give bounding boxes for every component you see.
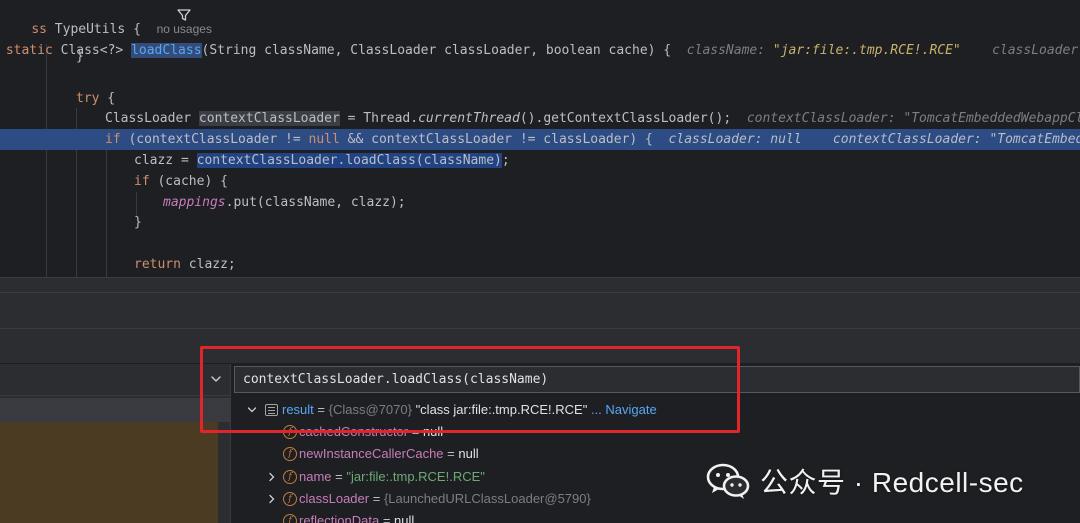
field-name: mappings — [163, 195, 226, 210]
code-text: = Thread. — [339, 111, 419, 126]
code-line-method-signature[interactable]: static Class<?> loadClass(String classNa… — [0, 19, 1080, 58]
code-line-if-cache[interactable]: if (cache) { — [0, 171, 1080, 192]
chevron-right-icon[interactable] — [266, 493, 278, 505]
watermark: 公众号 · Redcell-sec — [706, 459, 1024, 503]
keyword-null: null — [308, 132, 340, 147]
code-line-try[interactable]: try { — [0, 88, 1080, 109]
filter-icon[interactable] — [176, 7, 192, 23]
code-line-return[interactable]: return clazz; — [0, 254, 1080, 275]
keyword-if: if — [105, 132, 121, 147]
code-line-load-class[interactable]: clazz = contextClassLoader.loadClass(cla… — [0, 150, 1080, 171]
field-value: null — [394, 513, 415, 523]
code-text: { — [99, 91, 116, 106]
field-type: {LaunchedURLClassLoader@5790} — [383, 491, 591, 506]
selected-frame-row[interactable] — [0, 398, 231, 422]
result-type: {Class@7070} — [328, 402, 412, 417]
keyword-return: return — [134, 257, 181, 272]
code-text: .put(className, clazz); — [225, 195, 406, 210]
field-name: cachedConstructor — [299, 424, 409, 439]
navigate-link[interactable]: ... Navigate — [591, 402, 657, 417]
equals: = — [408, 424, 423, 439]
frames-header — [0, 364, 231, 396]
field-icon: f — [283, 425, 297, 439]
code-line-mappings-put[interactable]: mappings.put(className, clazz); — [0, 192, 1080, 213]
wechat-icon — [706, 463, 750, 499]
result-value: "class jar:file:.tmp.RCE!.RCE" — [415, 402, 588, 417]
static-call: currentThread — [418, 111, 520, 126]
frames-panel[interactable] — [0, 364, 231, 523]
code-text: clazz; — [180, 257, 236, 272]
chevron-right-icon[interactable] — [266, 471, 278, 483]
field-icon: f — [283, 470, 297, 484]
tree-row-field[interactable]: f cachedConstructor = null — [266, 421, 766, 443]
field-icon: f — [283, 492, 297, 506]
object-icon — [265, 404, 278, 416]
tree-row-field[interactable]: f name = "jar:file:.tmp.RCE!.RCE" — [266, 466, 766, 488]
field-name: newInstanceCallerCache — [299, 446, 444, 461]
field-value: "jar:file:.tmp.RCE!.RCE" — [346, 469, 485, 484]
closing-brace: } — [134, 215, 142, 230]
variable-name: contextClassLoader — [198, 111, 340, 126]
field-icon: f — [283, 447, 297, 461]
code-line[interactable]: } — [0, 46, 1080, 67]
equals: = — [313, 402, 329, 417]
chevron-down-icon[interactable] — [246, 404, 258, 416]
field-name: name — [299, 469, 332, 484]
closing-brace: } — [76, 49, 84, 64]
selected-expression[interactable]: contextClassLoader.loadClass(className) — [196, 153, 502, 168]
result-row[interactable]: result = {Class@7070} "class jar:file:.t… — [246, 399, 746, 421]
inline-hint: contextClassLoader: "TomcatEmbeddedWeba — [832, 132, 1080, 147]
code-text: clazz = — [134, 153, 197, 168]
equals: = — [369, 491, 384, 506]
code-line-context-loader[interactable]: ClassLoader contextClassLoader = Thread.… — [0, 108, 1080, 129]
watermark-text: 公众号 · Redcell-sec — [760, 467, 1024, 498]
equals: = — [443, 446, 459, 461]
field-icon: f — [283, 514, 297, 523]
field-name: reflectionData — [299, 513, 380, 523]
inline-hint: contextClassLoader: "TomcatEmbeddedWebap… — [746, 111, 1080, 126]
field-value: null — [458, 446, 479, 461]
tree-row-field[interactable]: f newInstanceCallerCache = null — [266, 443, 766, 465]
code-text: ; — [501, 153, 510, 168]
equals: = — [379, 513, 395, 523]
code-text: && contextClassLoader != classLoader) { — [339, 132, 653, 147]
divider-line — [0, 328, 1080, 329]
code-line-execution-point[interactable]: if (contextClassLoader != null && contex… — [0, 129, 1080, 150]
keyword-try: try — [76, 91, 100, 106]
tree-row-field[interactable]: f reflectionData = null — [266, 510, 766, 523]
field-name: classLoader — [299, 491, 370, 506]
code-line[interactable]: } — [0, 212, 1080, 233]
code-line-class-decl[interactable]: ss TypeUtils { no usages — [0, 0, 1080, 37]
code-text: (cache) { — [149, 174, 228, 189]
inline-hint: classLoader: null — [668, 132, 802, 147]
field-value: null — [422, 424, 444, 439]
chevron-down-icon[interactable] — [208, 371, 224, 387]
code-text: (contextClassLoader != — [120, 132, 309, 147]
result-name: result — [282, 402, 314, 417]
library-frames-block[interactable] — [0, 422, 218, 523]
tree-row-field[interactable]: f classLoader = {LaunchedURLClassLoader@… — [266, 488, 766, 510]
code-editor[interactable]: ss TypeUtils { no usages static Class<?>… — [0, 0, 1080, 277]
code-text: ().getContextClassLoader(); — [519, 111, 732, 126]
type-name: ClassLoader — [105, 111, 192, 126]
keyword-if: if — [134, 174, 150, 189]
expression-input[interactable]: contextClassLoader.loadClass(className) — [234, 366, 1080, 393]
panel-splitter[interactable] — [0, 277, 1080, 292]
equals: = — [331, 469, 347, 484]
